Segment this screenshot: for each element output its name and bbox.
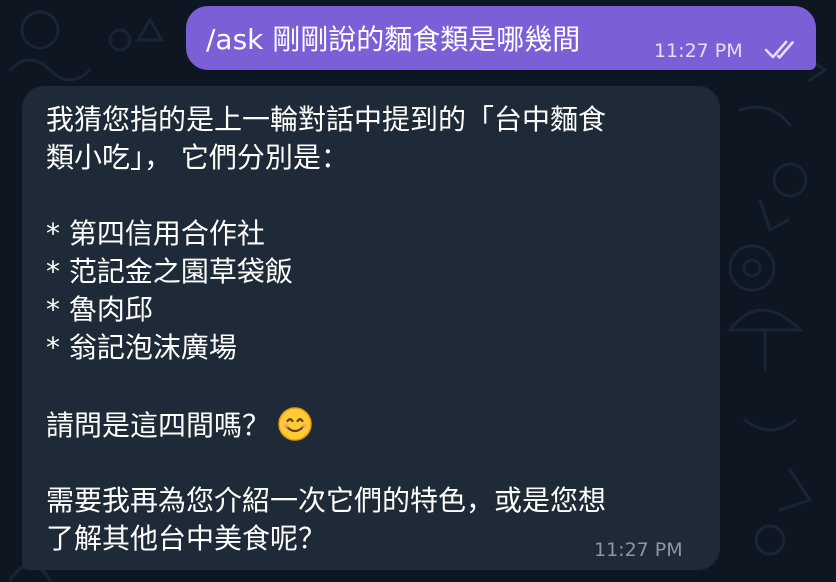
double-check-icon bbox=[764, 40, 794, 59]
question-text: 請問是這四間嗎？ bbox=[46, 409, 271, 442]
restaurant-list-item: * 范記金之園草袋飯 bbox=[46, 255, 293, 288]
restaurant-list-item: * 魯肉邱 bbox=[46, 293, 153, 326]
incoming-message-line: 需要我再為您介紹一次它們的特色，或是您想 bbox=[46, 484, 607, 517]
incoming-message-time: 11:27 PM bbox=[594, 539, 683, 561]
incoming-message-line: 類小吃」， 它們分別是： bbox=[46, 141, 349, 174]
incoming-message-line: 我猜您指的是上一輪對話中提到的「台中麵食 bbox=[46, 103, 607, 136]
incoming-message-line: 了解其他台中美食呢？ bbox=[46, 522, 327, 555]
restaurant-list-item: * 翁記泡沫廣場 bbox=[46, 331, 237, 364]
outgoing-message-time: 11:27 PM bbox=[654, 40, 743, 62]
restaurant-list-item: * 第四信用合作社 bbox=[46, 217, 265, 250]
incoming-question-line: 請問是這四間嗎？ bbox=[46, 407, 312, 444]
smiling-face-emoji bbox=[278, 407, 312, 441]
outgoing-message-text: /ask 剛剛說的麵食類是哪幾間 bbox=[206, 23, 581, 56]
